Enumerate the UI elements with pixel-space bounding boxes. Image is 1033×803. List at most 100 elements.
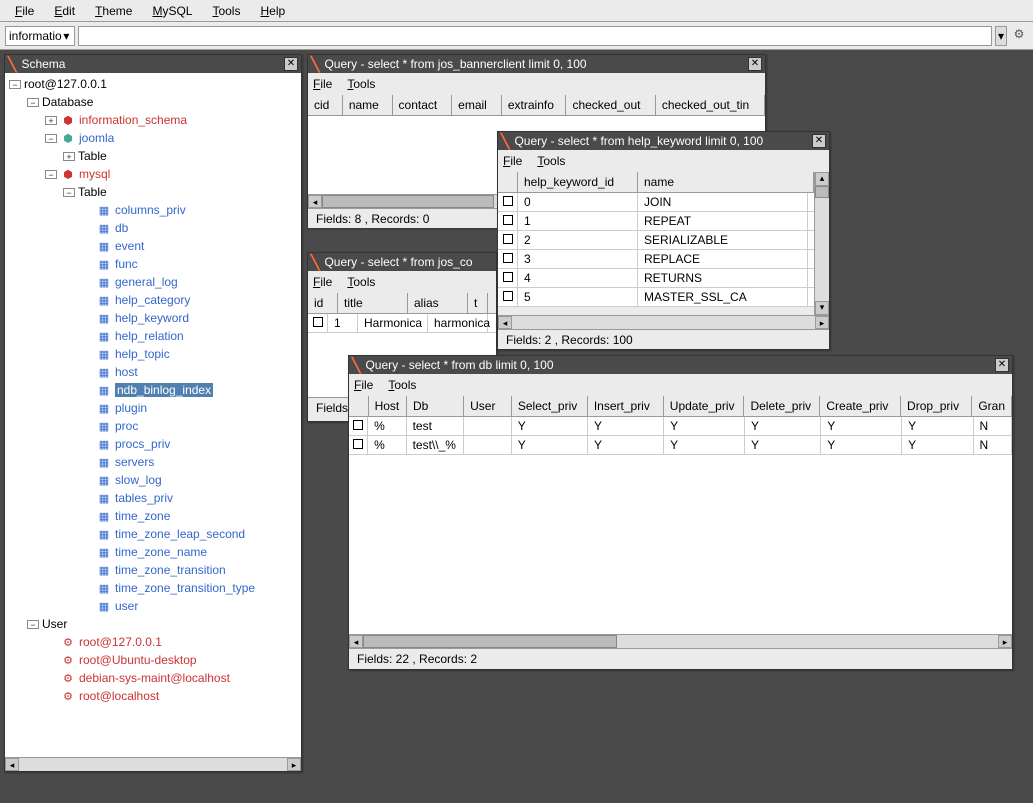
- panel-menu-file[interactable]: File: [503, 154, 522, 168]
- chevron-down-icon[interactable]: ▾: [62, 29, 71, 43]
- panel-menu-tools[interactable]: Tools: [347, 275, 375, 289]
- tree-item[interactable]: −root@127.0.0.1: [7, 75, 299, 93]
- query-titlebar[interactable]: ╲ Query - select * from help_keyword lim…: [498, 132, 829, 150]
- checkbox-icon[interactable]: [503, 291, 513, 301]
- expand-icon[interactable]: +: [45, 116, 57, 125]
- column-header[interactable]: cid: [308, 95, 343, 115]
- query-input[interactable]: [78, 26, 992, 46]
- scroll-down-icon[interactable]: ▾: [815, 301, 829, 315]
- scroll-right-icon[interactable]: ▸: [998, 635, 1012, 648]
- column-header[interactable]: contact: [393, 95, 453, 115]
- tree-item[interactable]: time_zone_transition_type: [7, 579, 299, 597]
- tree-item[interactable]: time_zone_transition: [7, 561, 299, 579]
- tree-item[interactable]: host: [7, 363, 299, 381]
- column-header[interactable]: id: [308, 293, 338, 313]
- checkbox-icon[interactable]: [353, 439, 363, 449]
- panel-menu-file[interactable]: File: [354, 378, 373, 392]
- expand-icon[interactable]: −: [63, 188, 75, 197]
- menu-edit[interactable]: Edit: [44, 2, 85, 20]
- tree-item[interactable]: procs_priv: [7, 435, 299, 453]
- close-icon[interactable]: ✕: [995, 358, 1009, 372]
- table-row[interactable]: 3REPLACE: [498, 250, 814, 269]
- panel-menu-file[interactable]: File: [313, 77, 332, 91]
- column-header[interactable]: help_keyword_id: [518, 172, 638, 192]
- checkbox-icon[interactable]: [503, 215, 513, 225]
- panel-menu-tools[interactable]: Tools: [347, 77, 375, 91]
- checkbox-icon[interactable]: [503, 272, 513, 282]
- column-header[interactable]: t: [468, 293, 488, 313]
- grid-hscroll[interactable]: ◂ ▸: [498, 315, 829, 329]
- expand-icon[interactable]: −: [27, 98, 39, 107]
- checkbox-icon[interactable]: [503, 196, 513, 206]
- column-header[interactable]: checked_out_tin: [656, 95, 765, 115]
- column-header[interactable]: Update_priv: [664, 396, 745, 416]
- column-header[interactable]: Select_priv: [512, 396, 588, 416]
- menu-mysql[interactable]: MySQL: [142, 2, 202, 20]
- tree-item[interactable]: −Database: [7, 93, 299, 111]
- grid-hscroll[interactable]: ◂ ▸: [349, 634, 1012, 648]
- tree-item[interactable]: slow_log: [7, 471, 299, 489]
- tree-item[interactable]: time_zone_name: [7, 543, 299, 561]
- expand-icon[interactable]: −: [45, 134, 57, 143]
- column-header[interactable]: Create_priv: [820, 396, 901, 416]
- database-selector[interactable]: informatio ▾: [5, 26, 75, 46]
- column-header[interactable]: Drop_priv: [901, 396, 972, 416]
- column-header[interactable]: Db: [407, 396, 464, 416]
- table-row[interactable]: 1REPEAT: [498, 212, 814, 231]
- checkbox-icon[interactable]: [353, 420, 363, 430]
- column-header[interactable]: extrainfo: [502, 95, 567, 115]
- close-icon[interactable]: ✕: [812, 134, 826, 148]
- tree-item[interactable]: time_zone_leap_second: [7, 525, 299, 543]
- panel-menu-file[interactable]: File: [313, 275, 332, 289]
- menu-file[interactable]: File: [5, 2, 44, 20]
- expand-icon[interactable]: −: [45, 170, 57, 179]
- menu-help[interactable]: Help: [250, 2, 295, 20]
- column-header[interactable]: name: [638, 172, 814, 192]
- table-row[interactable]: 0JOIN: [498, 193, 814, 212]
- column-header[interactable]: User: [464, 396, 512, 416]
- tree-item[interactable]: proc: [7, 417, 299, 435]
- menu-theme[interactable]: Theme: [85, 2, 142, 20]
- tree-item[interactable]: root@localhost: [7, 687, 299, 705]
- tree-item[interactable]: debian-sys-maint@localhost: [7, 669, 299, 687]
- table-row[interactable]: 4RETURNS: [498, 269, 814, 288]
- column-header[interactable]: Insert_priv: [588, 396, 664, 416]
- tree-item[interactable]: ndb_binlog_index: [7, 381, 299, 399]
- tree-item[interactable]: help_category: [7, 291, 299, 309]
- gear-icon[interactable]: ⚙: [1010, 27, 1028, 45]
- grid-vscroll[interactable]: ▴ ▾: [814, 172, 829, 315]
- tree-item[interactable]: +information_schema: [7, 111, 299, 129]
- expand-icon[interactable]: −: [9, 80, 21, 89]
- column-header[interactable]: Gran: [972, 396, 1012, 416]
- close-icon[interactable]: ✕: [748, 57, 762, 71]
- schema-tree[interactable]: −root@127.0.0.1−Database+information_sch…: [5, 73, 301, 757]
- table-row[interactable]: %testYYYYYYN: [349, 417, 1012, 436]
- expand-icon[interactable]: −: [27, 620, 39, 629]
- tree-item[interactable]: help_keyword: [7, 309, 299, 327]
- tree-item[interactable]: tables_priv: [7, 489, 299, 507]
- scroll-left-icon[interactable]: ◂: [5, 758, 19, 771]
- tree-item[interactable]: general_log: [7, 273, 299, 291]
- tree-item[interactable]: db: [7, 219, 299, 237]
- panel-menu-tools[interactable]: Tools: [388, 378, 416, 392]
- column-header[interactable]: Delete_priv: [744, 396, 820, 416]
- tree-item[interactable]: func: [7, 255, 299, 273]
- tree-item[interactable]: help_relation: [7, 327, 299, 345]
- close-icon[interactable]: ✕: [284, 57, 298, 71]
- query-titlebar[interactable]: ╲ Query - select * from jos_bannerclient…: [308, 55, 765, 73]
- column-header[interactable]: email: [452, 95, 502, 115]
- tree-item[interactable]: help_topic: [7, 345, 299, 363]
- query-titlebar[interactable]: ╲ Query - select * from jos_co: [308, 253, 496, 271]
- column-header[interactable]: checked_out: [566, 95, 655, 115]
- scroll-left-icon[interactable]: ◂: [308, 195, 322, 208]
- scroll-left-icon[interactable]: ◂: [498, 316, 512, 329]
- tree-item[interactable]: user: [7, 597, 299, 615]
- scroll-up-icon[interactable]: ▴: [815, 172, 829, 186]
- tree-item[interactable]: −mysql: [7, 165, 299, 183]
- checkbox-icon[interactable]: [503, 234, 513, 244]
- table-row[interactable]: 1Harmonicaharmonica: [308, 314, 496, 333]
- column-header[interactable]: name: [343, 95, 393, 115]
- tree-item[interactable]: servers: [7, 453, 299, 471]
- scroll-left-icon[interactable]: ◂: [349, 635, 363, 648]
- column-header[interactable]: Host: [369, 396, 407, 416]
